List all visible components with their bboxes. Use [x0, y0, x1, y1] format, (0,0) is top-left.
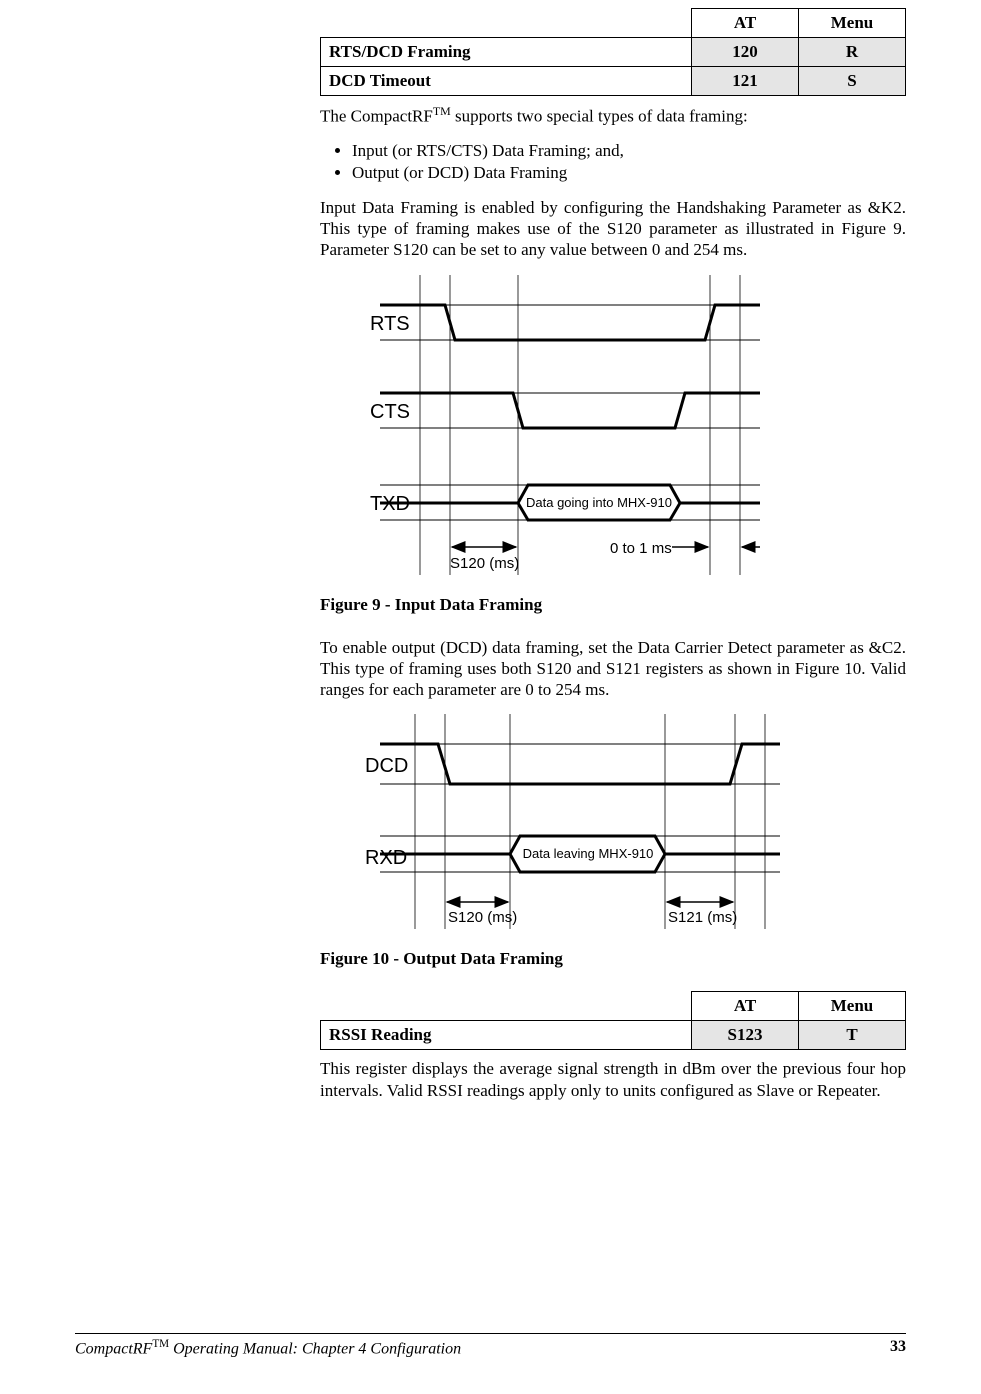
t01-label: 0 to 1 ms: [610, 540, 672, 557]
figure-10-caption: Figure 10 - Output Data Framing: [320, 949, 906, 969]
figure-9: RTS CTS TXD Data going into MHX-910: [320, 275, 906, 585]
signal-label-dcd: DCD: [365, 755, 408, 777]
rssi-para: This register displays the average signa…: [320, 1058, 906, 1101]
intro-para-1: The CompactRFTM supports two special typ…: [320, 104, 906, 127]
page-number: 33: [890, 1338, 906, 1358]
th-at: AT: [692, 992, 799, 1021]
row-label: RTS/DCD Framing: [321, 38, 692, 67]
th-menu: Menu: [799, 992, 906, 1021]
intro-para-2: Input Data Framing is enabled by configu…: [320, 197, 906, 261]
page-footer: CompactRFTM Operating Manual: Chapter 4 …: [75, 1333, 906, 1358]
th-menu: Menu: [799, 9, 906, 38]
row-menu: R: [799, 38, 906, 67]
param-table-framing: AT Menu RTS/DCD Framing 120 R DCD Timeou…: [320, 8, 906, 96]
figure-10: DCD RXD Data leaving MHX-910 S120 (ms) S…: [320, 714, 906, 939]
row-at: 121: [692, 67, 799, 96]
row-at: S123: [692, 1021, 799, 1050]
signal-label-rxd: RXD: [365, 847, 407, 869]
th-at: AT: [692, 9, 799, 38]
row-label: DCD Timeout: [321, 67, 692, 96]
s120-label: S120 (ms): [448, 909, 517, 926]
s121-label: S121 (ms): [668, 909, 737, 926]
data-label: Data going into MHX-910: [526, 495, 672, 510]
list-item: Input (or RTS/CTS) Data Framing; and,: [352, 141, 906, 161]
data-label: Data leaving MHX-910: [523, 846, 654, 861]
row-menu: S: [799, 67, 906, 96]
figure-9-caption: Figure 9 - Input Data Framing: [320, 595, 906, 615]
row-label: RSSI Reading: [321, 1021, 692, 1050]
list-item: Output (or DCD) Data Framing: [352, 163, 906, 183]
mid-para: To enable output (DCD) data framing, set…: [320, 637, 906, 701]
signal-label-rts: RTS: [370, 313, 410, 335]
row-at: 120: [692, 38, 799, 67]
param-table-rssi: AT Menu RSSI Reading S123 T: [320, 991, 906, 1050]
signal-label-cts: CTS: [370, 401, 410, 423]
row-menu: T: [799, 1021, 906, 1050]
s120-label: S120 (ms): [450, 555, 519, 572]
intro-bullets: Input (or RTS/CTS) Data Framing; and, Ou…: [320, 141, 906, 183]
